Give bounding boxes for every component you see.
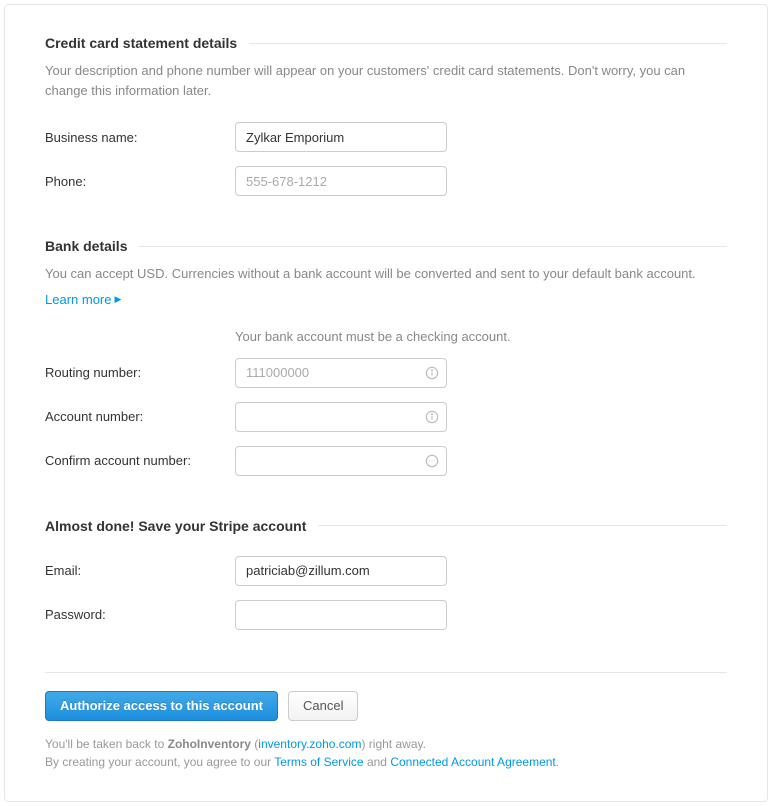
divider xyxy=(139,246,727,247)
footer-and: and xyxy=(364,755,391,769)
password-label: Password: xyxy=(45,607,235,622)
arrow-right-icon: ▶ xyxy=(114,294,121,305)
divider xyxy=(45,672,727,673)
input-wrap xyxy=(235,600,447,630)
form-row-routing: Routing number: xyxy=(45,358,727,388)
input-wrap xyxy=(235,122,447,152)
form-row-confirm-account: Confirm account number: xyxy=(45,446,727,476)
form-row-business-name: Business name: xyxy=(45,122,727,152)
section-title: Almost done! Save your Stripe account xyxy=(45,518,318,534)
routing-input[interactable] xyxy=(235,358,447,388)
business-name-input[interactable] xyxy=(235,122,447,152)
agreement-link[interactable]: Connected Account Agreement xyxy=(390,755,555,769)
input-wrap xyxy=(235,166,447,196)
cancel-button[interactable]: Cancel xyxy=(288,691,358,721)
authorize-button[interactable]: Authorize access to this account xyxy=(45,691,278,721)
footer-text: You'll be taken back to ZohoInventory (i… xyxy=(45,735,727,771)
form-container: Credit card statement details Your descr… xyxy=(4,4,768,802)
input-wrap xyxy=(235,402,447,432)
business-name-label: Business name: xyxy=(45,130,235,145)
footer-back-suffix: ) right away. xyxy=(361,737,425,751)
footer-agree-prefix: By creating your account, you agree to o… xyxy=(45,755,274,769)
section-title: Bank details xyxy=(45,238,139,254)
footer-back-prefix: You'll be taken back to xyxy=(45,737,168,751)
section-title: Credit card statement details xyxy=(45,35,249,51)
account-input[interactable] xyxy=(235,402,447,432)
divider xyxy=(249,43,727,44)
email-input[interactable] xyxy=(235,556,447,586)
form-row-password: Password: xyxy=(45,600,727,630)
section-credit-card: Credit card statement details Your descr… xyxy=(45,35,727,196)
tos-link[interactable]: Terms of Service xyxy=(274,755,363,769)
footer-app-name: ZohoInventory xyxy=(168,737,251,751)
app-url-link[interactable]: inventory.zoho.com xyxy=(258,737,361,751)
learn-more-link[interactable]: Learn more ▶ xyxy=(45,292,121,307)
section-save: Almost done! Save your Stripe account Em… xyxy=(45,518,727,630)
section-header: Bank details xyxy=(45,238,727,254)
account-label: Account number: xyxy=(45,409,235,424)
section-description: You can accept USD. Currencies without a… xyxy=(45,264,727,284)
section-description: Your description and phone number will a… xyxy=(45,61,727,100)
input-wrap xyxy=(235,556,447,586)
form-row-phone: Phone: xyxy=(45,166,727,196)
phone-label: Phone: xyxy=(45,174,235,189)
section-bank: Bank details You can accept USD. Currenc… xyxy=(45,238,727,476)
section-header: Almost done! Save your Stripe account xyxy=(45,518,727,534)
divider xyxy=(318,525,727,526)
bank-hint: Your bank account must be a checking acc… xyxy=(235,329,727,344)
input-wrap xyxy=(235,446,447,476)
learn-more-text: Learn more xyxy=(45,292,111,307)
input-wrap xyxy=(235,358,447,388)
password-input[interactable] xyxy=(235,600,447,630)
form-row-account: Account number: xyxy=(45,402,727,432)
phone-input[interactable] xyxy=(235,166,447,196)
routing-label: Routing number: xyxy=(45,365,235,380)
footer-period: . xyxy=(556,755,559,769)
form-row-email: Email: xyxy=(45,556,727,586)
confirm-account-label: Confirm account number: xyxy=(45,453,235,468)
section-header: Credit card statement details xyxy=(45,35,727,51)
button-row: Authorize access to this account Cancel xyxy=(45,691,727,721)
email-label: Email: xyxy=(45,563,235,578)
confirm-account-input[interactable] xyxy=(235,446,447,476)
